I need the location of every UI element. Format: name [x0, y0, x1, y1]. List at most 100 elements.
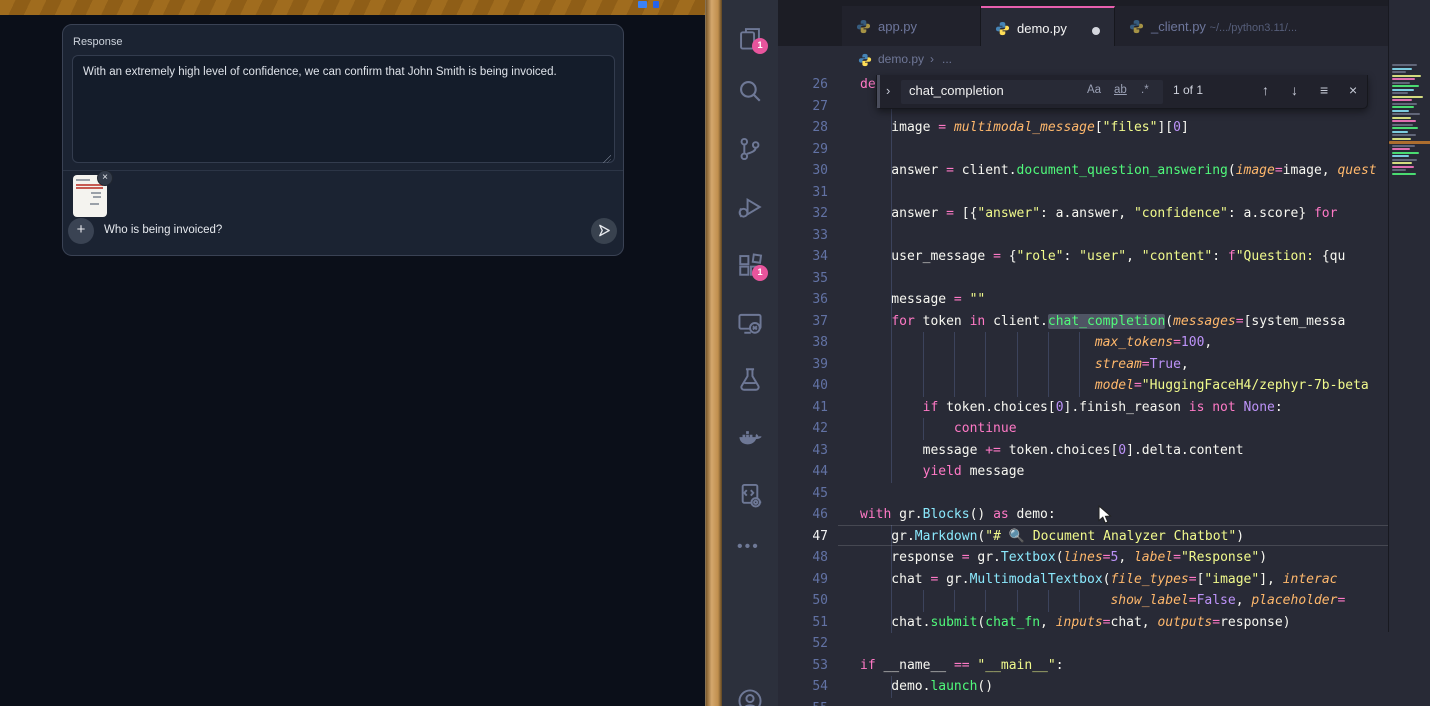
code-area[interactable]: 26de2728 image = multimodal_message["fil… — [778, 74, 1388, 706]
code-line[interactable]: 29 — [778, 139, 1388, 161]
find-in-selection-button[interactable]: ≡ — [1320, 82, 1328, 98]
minimap[interactable] — [1388, 0, 1430, 632]
code-line[interactable]: 35 — [778, 268, 1388, 290]
code-line[interactable]: 52 — [778, 633, 1388, 655]
activity-bar: 1 1 ••• — [722, 0, 778, 706]
find-result-count: 1 of 1 — [1173, 83, 1203, 97]
code-line[interactable]: 53if __name__ == "__main__": — [778, 655, 1388, 677]
run-debug-icon[interactable] — [737, 194, 763, 220]
find-query-text[interactable]: chat_completion — [909, 83, 1004, 98]
source-control-icon[interactable] — [737, 136, 763, 162]
minimap-line — [1392, 166, 1414, 168]
account-icon[interactable] — [737, 688, 763, 706]
more-actions-icon[interactable]: ••• — [737, 538, 763, 564]
match-case-icon[interactable]: Aa — [1087, 84, 1101, 96]
minimap-line — [1392, 89, 1414, 91]
find-input[interactable]: chat_completion Aa ab .* — [901, 80, 1163, 104]
line-number: 31 — [778, 182, 828, 204]
code-line[interactable]: 28 image = multimodal_message["files"][0… — [778, 117, 1388, 139]
minimap-line — [1392, 152, 1419, 154]
vscode-window: 1 1 ••• app.py demo.py — [722, 0, 1430, 706]
minimap-line — [1392, 64, 1417, 66]
response-textarea[interactable]: With an extremely high level of confiden… — [72, 55, 615, 163]
toggle-replace-chevron-icon[interactable]: › — [886, 83, 890, 98]
code-line[interactable]: 39 stream=True, — [778, 354, 1388, 376]
minimap-line — [1392, 173, 1416, 175]
code-line[interactable]: 54 demo.launch() — [778, 676, 1388, 698]
minimap-line — [1392, 71, 1406, 73]
line-number: 37 — [778, 311, 828, 333]
code-line[interactable]: 31 — [778, 182, 1388, 204]
code-line[interactable]: 47 gr.Markdown("# 🔍 Document Analyzer Ch… — [778, 526, 1388, 548]
gradio-app-window: Response With an extremely high level of… — [0, 0, 705, 706]
minimap-line — [1392, 99, 1412, 101]
line-number: 42 — [778, 418, 828, 440]
find-next-button[interactable]: ↓ — [1291, 82, 1298, 98]
line-number: 51 — [778, 612, 828, 634]
line-number: 47 — [778, 526, 828, 548]
line-number: 41 — [778, 397, 828, 419]
code-line[interactable]: 41 if token.choices[0].finish_reason is … — [778, 397, 1388, 419]
chat-input-text[interactable]: Who is being invoiced? — [104, 224, 222, 236]
code-line[interactable]: 34 user_message = {"role": "user", "cont… — [778, 246, 1388, 268]
remote-explorer-icon[interactable] — [737, 310, 763, 336]
code-line[interactable]: 32 answer = [{"answer": a.answer, "confi… — [778, 203, 1388, 225]
minimap-line — [1392, 145, 1415, 147]
code-line[interactable]: 37 for token in client.chat_completion(m… — [778, 311, 1388, 333]
code-line[interactable]: 45 — [778, 483, 1388, 505]
code-line[interactable]: 40 model="HuggingFaceH4/zephyr-7b-beta — [778, 375, 1388, 397]
background-window-strip — [0, 0, 705, 15]
regex-icon[interactable]: .* — [1141, 84, 1149, 96]
send-icon — [597, 223, 612, 238]
line-number: 40 — [778, 375, 828, 397]
screen: Response With an extremely high level of… — [0, 0, 1430, 706]
code-line[interactable]: 44 yield message — [778, 461, 1388, 483]
code-line[interactable]: 36 message = "" — [778, 289, 1388, 311]
find-widget: › chat_completion Aa ab .* 1 of 1 ↑ ↓ ≡ … — [876, 75, 1368, 109]
code-line[interactable]: 50 show_label=False, placeholder= — [778, 590, 1388, 612]
minimap-line — [1392, 113, 1420, 115]
code-line[interactable]: 48 response = gr.Textbox(lines=5, label=… — [778, 547, 1388, 569]
remove-attachment-button[interactable]: × — [97, 170, 113, 186]
find-widget-sash[interactable] — [877, 75, 880, 108]
code-line[interactable]: 33 — [778, 225, 1388, 247]
dev-container-icon[interactable] — [737, 482, 763, 508]
add-file-button[interactable]: + — [68, 218, 94, 244]
minimap-line — [1392, 148, 1410, 150]
code-line[interactable]: 55 — [778, 698, 1388, 706]
code-line[interactable]: 30 answer = client.document_question_ans… — [778, 160, 1388, 182]
find-previous-button[interactable]: ↑ — [1262, 82, 1269, 98]
send-button[interactable] — [591, 218, 617, 244]
search-icon[interactable] — [737, 78, 763, 104]
minimap-line — [1392, 110, 1409, 112]
line-number: 45 — [778, 483, 828, 505]
line-number: 29 — [778, 139, 828, 161]
line-number: 27 — [778, 96, 828, 118]
code-line[interactable]: 43 message += token.choices[0].delta.con… — [778, 440, 1388, 462]
docker-icon[interactable] — [737, 424, 763, 450]
textarea-resize-handle[interactable] — [603, 155, 611, 163]
minimap-line — [1392, 155, 1409, 157]
whole-word-icon[interactable]: ab — [1114, 84, 1127, 96]
editor-pane[interactable]: 26de2728 image = multimodal_message["fil… — [778, 0, 1430, 706]
minimap-line — [1392, 96, 1423, 98]
code-line[interactable]: 51 chat.submit(chat_fn, inputs=chat, out… — [778, 612, 1388, 634]
code-line[interactable]: 42 continue — [778, 418, 1388, 440]
line-number: 35 — [778, 268, 828, 290]
minimap-line — [1392, 106, 1414, 108]
divider — [63, 170, 623, 171]
code-line[interactable]: 46with gr.Blocks() as demo: — [778, 504, 1388, 526]
minimap-line — [1392, 85, 1419, 87]
code-line[interactable]: 38 max_tokens=100, — [778, 332, 1388, 354]
line-number: 28 — [778, 117, 828, 139]
background-window-mark — [638, 1, 647, 8]
minimap-line — [1392, 124, 1413, 126]
line-number: 30 — [778, 160, 828, 182]
test-beaker-icon[interactable] — [737, 366, 763, 392]
code-line[interactable]: 49 chat = gr.MultimodalTextbox(file_type… — [778, 569, 1388, 591]
minimap-line — [1392, 82, 1410, 84]
line-number: 38 — [778, 332, 828, 354]
find-close-button[interactable]: × — [1349, 82, 1357, 98]
background-window-mark — [653, 1, 659, 8]
line-number: 50 — [778, 590, 828, 612]
